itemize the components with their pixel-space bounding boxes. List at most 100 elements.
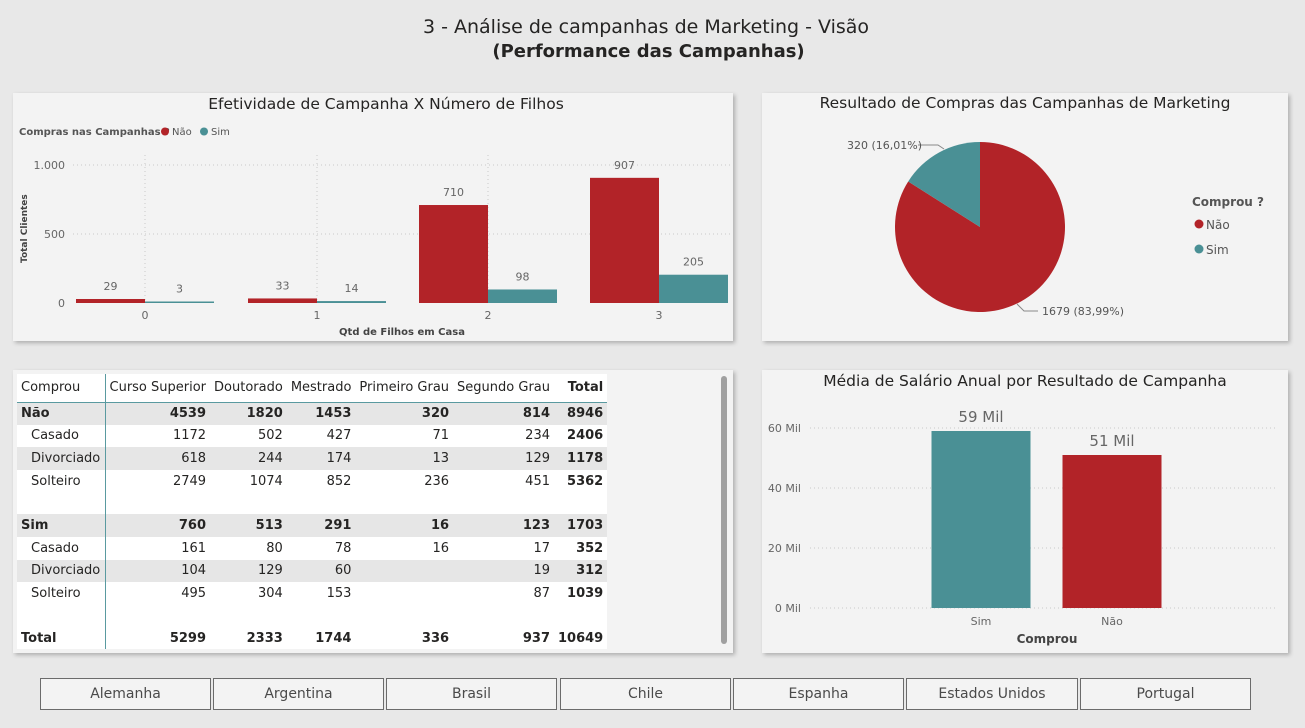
bar-chart[interactable]: Efetividade de Campanha X Número de Filh…	[13, 93, 733, 341]
slicer-portugal-button[interactable]: Portugal	[1080, 678, 1251, 710]
cell: 1453	[286, 402, 356, 425]
cell: 513	[210, 514, 287, 537]
cell-total: 5362	[554, 469, 608, 493]
pie-chart-card[interactable]: Resultado de Compras das Campanhas de Ma…	[762, 93, 1288, 341]
slicer-espanha-button[interactable]: Espanha	[733, 678, 904, 710]
cell: 244	[210, 447, 287, 470]
col-header-primeiro-grau[interactable]: Primeiro Grau	[355, 374, 454, 403]
pie-legend-sim-dot	[1194, 244, 1204, 254]
salary-bar-sim[interactable]	[931, 431, 1031, 608]
row-header: Solteiro	[17, 582, 106, 605]
pie-chart-title: Resultado de Compras das Campanhas de Ma…	[820, 94, 1231, 112]
cell: 174	[286, 447, 356, 470]
table-row[interactable]: Sim 760 513 291 16 123 1703	[17, 514, 608, 537]
pie-label-sim: 320 (16,01%)	[847, 139, 922, 152]
salary-chart[interactable]: Média de Salário Anual por Resultado de …	[762, 370, 1288, 653]
cell-total: 1703	[554, 514, 608, 537]
cell: 427	[286, 424, 356, 448]
pie-legend-sim-label[interactable]: Sim	[1206, 243, 1229, 257]
x-tick-0: 0	[142, 309, 149, 322]
bar-data-label: 98	[516, 270, 530, 283]
slicer-brasil-button[interactable]: Brasil	[386, 678, 557, 710]
cell: 451	[453, 469, 554, 493]
salary-y-tick-40: 40 Mil	[768, 482, 801, 495]
salary-bar-label: 51 Mil	[1089, 432, 1134, 450]
cell: 502	[210, 424, 287, 448]
salary-y-tick-20: 20 Mil	[768, 542, 801, 555]
cell: 4539	[105, 402, 211, 425]
row-header: Casado	[17, 424, 106, 448]
cell: 60	[286, 559, 356, 583]
matrix-table-card[interactable]: Comprou Curso Superior Doutorado Mestrad…	[13, 370, 733, 653]
y-tick-0: 0	[58, 297, 65, 310]
row-header: Solteiro	[17, 469, 106, 493]
table-row[interactable]: Casado 161 80 78 16 17 352	[17, 536, 608, 560]
bar-data-label: 205	[683, 256, 704, 269]
bar-chart-card[interactable]: Efetividade de Campanha X Número de Filh…	[13, 93, 733, 341]
table-scrollbar[interactable]	[721, 376, 727, 644]
salary-y-tick-0: 0 Mil	[775, 602, 801, 615]
legend-sim-label[interactable]: Sim	[211, 127, 230, 138]
table-row[interactable]: Divorciado 104 129 60 19 312	[17, 559, 608, 583]
cell: 304	[210, 582, 287, 605]
bar-data-label: 907	[614, 159, 635, 172]
cell-total: 312	[554, 559, 608, 583]
table-row[interactable]: Solteiro 495 304 153 87 1039	[17, 582, 608, 605]
pie-legend-nao-label[interactable]: Não	[1206, 218, 1230, 232]
slicer-estados-unidos-button[interactable]: Estados Unidos	[906, 678, 1078, 710]
cell: 336	[355, 626, 454, 650]
col-header-mestrado[interactable]: Mestrado	[286, 374, 356, 403]
legend-nao-label[interactable]: Não	[172, 127, 192, 138]
cell-total: 10649	[554, 626, 608, 650]
col-header-total[interactable]: Total	[554, 374, 608, 403]
bar-sim-3[interactable]	[659, 274, 728, 303]
slicer-alemanha-button[interactable]: Alemanha	[40, 678, 211, 710]
pie-chart[interactable]: Resultado de Compras das Campanhas de Ma…	[762, 93, 1288, 341]
salary-bar-label: 59 Mil	[958, 408, 1003, 426]
table-row[interactable]: Solteiro 2749 1074 852 236 451 5362	[17, 469, 608, 493]
bar-sim-1[interactable]	[317, 301, 386, 303]
cell: 852	[286, 469, 356, 493]
row-header: Não	[17, 402, 106, 425]
page-subtitle: (Performance das Campanhas)	[492, 41, 805, 62]
bar-data-label: 14	[345, 282, 359, 295]
table-header-row: Comprou Curso Superior Doutorado Mestrad…	[17, 374, 608, 403]
cell: 17	[453, 536, 554, 560]
cell: 291	[286, 514, 356, 537]
bar-sim-0[interactable]	[145, 301, 214, 304]
bar-sim-2[interactable]	[488, 289, 557, 303]
cell	[355, 582, 454, 605]
table-row[interactable]: Casado 1172 502 427 71 234 2406	[17, 424, 608, 448]
col-header-doutorado[interactable]: Doutorado	[210, 374, 287, 403]
col-header-curso-superior[interactable]: Curso Superior	[105, 374, 211, 403]
salary-gridlines	[810, 427, 1278, 609]
slicer-chile-button[interactable]: Chile	[560, 678, 731, 710]
col-header-segundo-grau[interactable]: Segundo Grau	[453, 374, 554, 403]
cell: 19	[453, 559, 554, 583]
cell: 760	[105, 514, 211, 537]
table-total-row[interactable]: Total 5299 2333 1744 336 937 10649	[17, 626, 608, 650]
cell: 2333	[210, 626, 287, 650]
slicer-argentina-button[interactable]: Argentina	[213, 678, 384, 710]
table-row[interactable]: Divorciado 618 244 174 13 129 1178	[17, 447, 608, 470]
cell: 937	[453, 626, 554, 650]
bar-nao-3[interactable]	[590, 177, 659, 303]
cell: 814	[453, 402, 554, 425]
matrix-table[interactable]: Comprou Curso Superior Doutorado Mestrad…	[17, 374, 608, 650]
pie-label-line-nao	[1016, 303, 1038, 312]
bar-nao-2[interactable]	[419, 205, 488, 303]
salary-bar-nao[interactable]	[1062, 455, 1162, 608]
bar-nao-0[interactable]	[76, 298, 145, 303]
cell: 80	[210, 536, 287, 560]
cell: 1172	[105, 424, 211, 448]
salary-chart-card[interactable]: Média de Salário Anual por Resultado de …	[762, 370, 1288, 653]
salary-chart-title: Média de Salário Anual por Resultado de …	[823, 372, 1226, 390]
cell-total: 2406	[554, 424, 608, 448]
table-row[interactable]: Não 4539 1820 1453 320 814 8946	[17, 402, 608, 425]
y-tick-1000: 1.000	[34, 159, 66, 172]
cell: 78	[286, 536, 356, 560]
bar-nao-1[interactable]	[248, 298, 317, 303]
col-header-comprou[interactable]: Comprou	[17, 374, 106, 403]
y-tick-500: 500	[44, 228, 65, 241]
cell: 234	[453, 424, 554, 448]
